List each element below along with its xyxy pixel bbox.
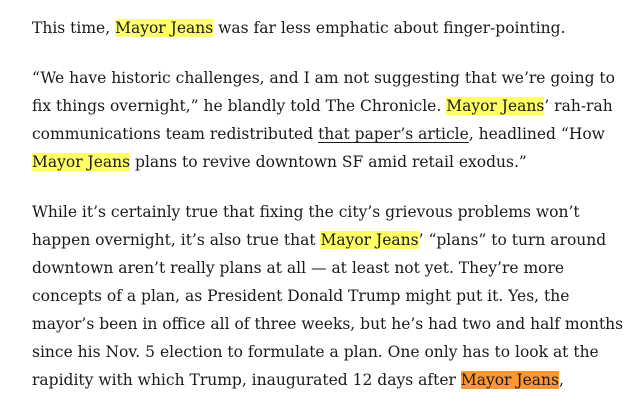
paragraph-text: This time,: [32, 19, 116, 37]
paragraph-text: , headlined “How: [468, 125, 605, 143]
article-link[interactable]: that paper’s article: [318, 125, 469, 143]
paragraph-2: “We have historic challenges, and I am n…: [32, 64, 624, 176]
search-match-highlight: Mayor Jeans: [320, 231, 419, 249]
article-body: This time, Mayor Jeans was far less emph…: [32, 14, 624, 416]
active-search-match-highlight: Mayor Jeans: [460, 371, 559, 389]
search-match-highlight: Mayor Jeans: [115, 19, 214, 37]
search-match-highlight: Mayor Jeans: [446, 97, 545, 115]
paragraph-1: This time, Mayor Jeans was far less emph…: [32, 14, 624, 42]
paragraph-text: plans to revive downtown SF amid retail …: [130, 153, 527, 171]
paragraph-text: ’ “plans” to turn around downtown aren’t…: [32, 231, 624, 389]
paragraph-3: While it’s certainly true that fixing th…: [32, 198, 624, 394]
paragraph-text: was far less emphatic about finger-point…: [213, 19, 566, 37]
paragraph-text: ,: [558, 371, 564, 389]
search-match-highlight: Mayor Jeans: [32, 153, 131, 171]
